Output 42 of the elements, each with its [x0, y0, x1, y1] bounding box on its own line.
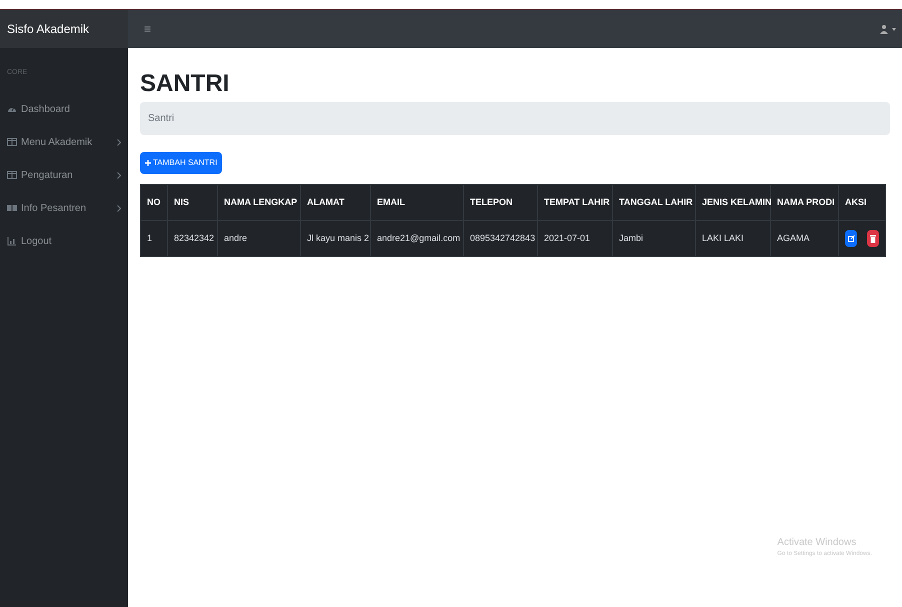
sidebar-item[interactable]: Pengaturan: [7, 158, 121, 192]
sidebar-item[interactable]: Logout: [7, 224, 121, 258]
add-button[interactable]: TAMBAH SANTRI: [140, 152, 222, 174]
sidebar-item[interactable]: Menu Akademik: [7, 126, 121, 158]
column-header: ALAMAT: [300, 184, 370, 220]
column-header: NO: [140, 184, 168, 220]
column-header: AKSI: [838, 184, 886, 220]
table-cell: Jl kayu manis 2: [300, 220, 370, 256]
column-header: TELEPON: [464, 184, 538, 220]
table-cell: LAKI LAKI: [696, 220, 770, 256]
edit-icon: [848, 235, 854, 242]
user-icon: [880, 24, 890, 34]
delete-button[interactable]: [867, 230, 879, 247]
table-cell: 1: [140, 220, 168, 256]
table-cell: andre: [218, 220, 300, 256]
column-header: NAMA PRODI: [770, 184, 838, 220]
breadcrumb-item[interactable]: Santri: [148, 111, 174, 126]
sidebar-item[interactable]: Dashboard: [7, 92, 121, 126]
caret-icon: [892, 28, 896, 30]
table-cell: 2021-07-01: [538, 220, 612, 256]
column-header: NAMA LENGKAP: [218, 184, 300, 220]
page-title: SANTRI: [140, 70, 230, 98]
table-cell: 0895342742843: [464, 220, 538, 256]
column-header: NIS: [168, 184, 218, 220]
column-header: JENIS KELAMIN: [696, 184, 770, 220]
menu-button[interactable]: ≡: [144, 20, 152, 38]
edit-button[interactable]: [845, 230, 857, 247]
table-cell: andre21@gmail.com: [370, 220, 464, 256]
table-cell: Jambi: [612, 220, 696, 256]
trash-icon: [870, 234, 876, 242]
column-header: EMAIL: [370, 184, 464, 220]
columns-icon: [7, 170, 17, 180]
sidebar-item[interactable]: Info Pesantren: [7, 192, 121, 224]
user-menu-button[interactable]: [880, 24, 896, 34]
columns-icon: [7, 137, 17, 147]
plus-icon: [145, 160, 151, 166]
table-cell: 82342342: [168, 220, 218, 256]
column-header: TANGGAL LAHIR: [612, 184, 696, 220]
chart-icon: [7, 236, 17, 246]
book-icon: [7, 203, 17, 213]
table-cell: AGAMA: [770, 220, 838, 256]
column-header: TEMPAT LAHIR: [538, 184, 612, 220]
